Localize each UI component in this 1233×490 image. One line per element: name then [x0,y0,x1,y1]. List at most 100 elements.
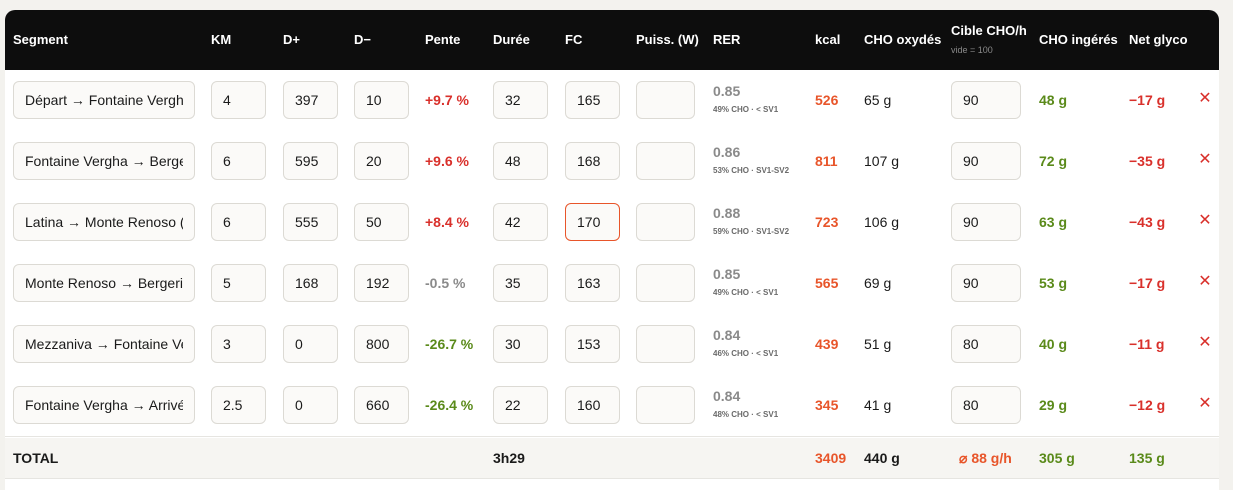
fc-input[interactable] [565,81,620,119]
dplus-input[interactable] [283,81,338,119]
total-cho-ingeres: 305 g [1039,450,1075,466]
delete-row-icon[interactable]: ✕ [1197,151,1213,169]
header-dminus: D− [354,32,371,47]
kcal-value: 723 [815,214,839,230]
delete-row-icon[interactable]: ✕ [1197,334,1213,352]
total-duree: 3h29 [493,450,525,466]
header-cho-oxydes: CHO oxydés [864,32,942,47]
header-net-glyco: Net glyco [1129,32,1188,47]
dminus-input[interactable] [354,81,409,119]
km-input[interactable] [211,142,266,180]
nutrition-table: Segment KM D+ D− Pente Durée FC Puiss. (… [5,10,1219,490]
table-row: -26.7 % 0.84 46% CHO · < SV1 439 51 g 40… [5,314,1219,376]
dminus-input[interactable] [354,203,409,241]
total-kcal: 3409 [815,450,847,466]
duree-input[interactable] [493,81,548,119]
puissance-input[interactable] [636,142,695,180]
table-row: +9.6 % 0.86 53% CHO · SV1-SV2 811 107 g … [5,131,1219,193]
net-glyco-value: −43 g [1129,214,1166,230]
km-input[interactable] [211,81,266,119]
kcal-value: 526 [815,92,839,108]
cho-ingeres-value: 48 g [1039,92,1068,108]
km-input[interactable] [211,203,266,241]
pente-value: -0.5 % [425,275,466,291]
duree-input[interactable] [493,325,548,363]
fc-input[interactable] [565,325,620,363]
km-input[interactable] [211,264,266,302]
table-row: +8.4 % 0.88 59% CHO · SV1-SV2 723 106 g … [5,192,1219,254]
cho-oxydes-value: 69 g [864,275,892,291]
header-puissance: Puiss. (W) [636,32,699,47]
dplus-input[interactable] [283,264,338,302]
header-fc: FC [565,32,583,47]
segment-input[interactable] [13,81,195,119]
dminus-input[interactable] [354,264,409,302]
delete-row-icon[interactable]: ✕ [1197,273,1213,291]
kcal-value: 345 [815,397,839,413]
cible-input[interactable] [951,142,1021,180]
table-row: +9.7 % 0.85 49% CHO · < SV1 526 65 g 48 … [5,70,1219,132]
header-cible: Cible CHO/h [951,23,1027,38]
header-km: KM [211,32,232,47]
duree-input[interactable] [493,203,548,241]
segment-input[interactable] [13,264,195,302]
header-rer: RER [713,32,741,47]
delete-row-icon[interactable]: ✕ [1197,395,1213,413]
delete-row-icon[interactable]: ✕ [1197,212,1213,230]
header-pente: Pente [425,32,461,47]
cho-ingeres-value: 29 g [1039,397,1068,413]
dminus-input[interactable] [354,325,409,363]
cho-ingeres-value: 40 g [1039,336,1068,352]
total-label: TOTAL [13,450,59,466]
cible-input[interactable] [951,81,1021,119]
puissance-input[interactable] [636,81,695,119]
rer-zone: 46% CHO · < SV1 [713,349,779,358]
cible-input[interactable] [951,264,1021,302]
dplus-input[interactable] [283,203,338,241]
cible-input[interactable] [951,386,1021,424]
net-glyco-value: −35 g [1129,153,1166,169]
net-glyco-value: −12 g [1129,397,1166,413]
fc-input[interactable] [565,386,620,424]
rer-zone: 59% CHO · SV1-SV2 [713,227,790,236]
rer-value: 0.85 [713,266,741,282]
header-cho-ingeres: CHO ingérés [1039,32,1118,47]
dplus-input[interactable] [283,386,338,424]
cho-ingeres-value: 72 g [1039,153,1068,169]
pente-value: +9.7 % [425,92,469,108]
rer-value: 0.85 [713,83,741,99]
cho-oxydes-value: 41 g [864,397,892,413]
header-kcal: kcal [815,32,841,47]
dminus-input[interactable] [354,142,409,180]
dminus-input[interactable] [354,386,409,424]
cible-input[interactable] [951,203,1021,241]
duree-input[interactable] [493,386,548,424]
dplus-input[interactable] [283,142,338,180]
cible-input[interactable] [951,325,1021,363]
duree-input[interactable] [493,142,548,180]
puissance-input[interactable] [636,203,695,241]
rer-zone: 53% CHO · SV1-SV2 [713,166,790,175]
kcal-value: 439 [815,336,839,352]
duree-input[interactable] [493,264,548,302]
km-input[interactable] [211,386,266,424]
puissance-input[interactable] [636,264,695,302]
km-input[interactable] [211,325,266,363]
cho-oxydes-value: 106 g [864,214,900,230]
kcal-value: 565 [815,275,839,291]
fc-input[interactable] [565,264,620,302]
total-cible-moyenne: ⌀ 88 g/h [959,450,1012,466]
delete-row-icon[interactable]: ✕ [1197,90,1213,108]
fc-input[interactable] [565,142,620,180]
dplus-input[interactable] [283,325,338,363]
segment-input[interactable] [13,203,195,241]
segment-input[interactable] [13,386,195,424]
segment-input[interactable] [13,325,195,363]
puissance-input[interactable] [636,325,695,363]
fc-input[interactable] [565,203,620,241]
segment-input[interactable] [13,142,195,180]
puissance-input[interactable] [636,386,695,424]
total-net-glyco: 135 g [1129,450,1165,466]
net-glyco-value: −17 g [1129,275,1166,291]
total-row: TOTAL 3h29 3409 440 g ⌀ 88 g/h 305 g 135… [5,438,1219,479]
